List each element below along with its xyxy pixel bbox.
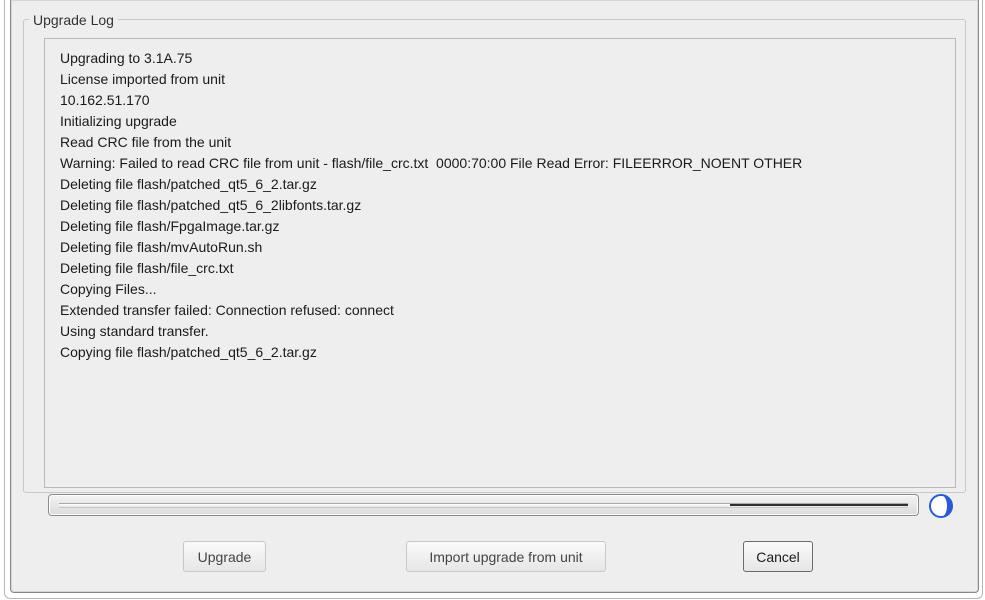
- upgrade-log-title: Upgrade Log: [29, 12, 118, 28]
- log-line: Extended transfer failed: Connection ref…: [60, 302, 394, 318]
- log-line: 10.162.51.170: [60, 92, 150, 108]
- log-line: Upgrading to 3.1A.75: [60, 50, 193, 66]
- log-line: Read CRC file from the unit: [60, 134, 232, 150]
- log-line: License imported from unit: [60, 71, 225, 87]
- progress-indicator: [730, 504, 908, 506]
- cancel-button[interactable]: Cancel: [743, 541, 813, 572]
- import-upgrade-from-unit-button[interactable]: Import upgrade from unit: [406, 541, 606, 572]
- log-line: Deleting file flash/patched_qt5_6_2.tar.…: [60, 176, 317, 192]
- upgrade-progress-bar: [48, 494, 919, 516]
- upgrade-button[interactable]: Upgrade: [183, 541, 266, 572]
- upgrade-log-text-area[interactable]: Upgrading to 3.1A.75 License imported fr…: [44, 38, 956, 488]
- log-line: Using standard transfer.: [60, 323, 209, 339]
- log-line: Deleting file flash/FpgaImage.tar.gz: [60, 218, 280, 234]
- log-line: Copying file flash/patched_qt5_6_2.tar.g…: [60, 344, 317, 360]
- log-line: Copying Files...: [60, 281, 157, 297]
- log-line: Deleting file flash/file_crc.txt: [60, 260, 234, 276]
- log-line: Deleting file flash/mvAutoRun.sh: [60, 239, 263, 255]
- log-line: Deleting file flash/patched_qt5_6_2libfo…: [60, 197, 362, 213]
- log-line: Warning: Failed to read CRC file from un…: [60, 155, 803, 171]
- log-line: Initializing upgrade: [60, 113, 177, 129]
- half-moon-spinner-icon: [929, 494, 953, 518]
